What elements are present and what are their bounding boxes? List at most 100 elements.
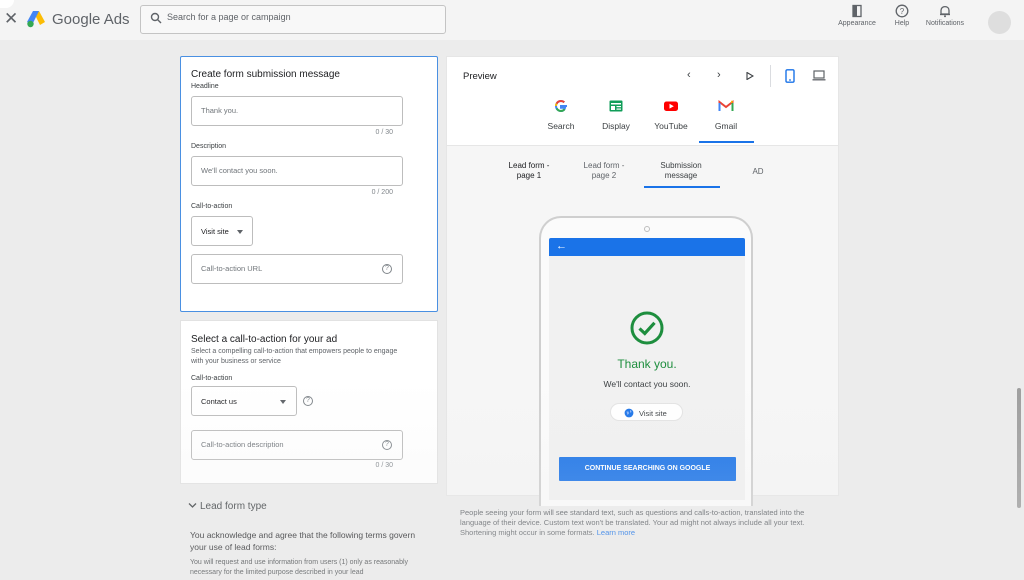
network-tab-display[interactable]: Display [591, 97, 641, 131]
google-ads-logo [27, 11, 45, 28]
subtab-indicator [644, 186, 720, 188]
chevron-down-icon [280, 400, 286, 404]
preview-header: Preview ‹ › Search Display YouTube Gmail [447, 57, 838, 145]
learn-more-link[interactable]: Learn more [597, 528, 635, 537]
close-icon[interactable]: ✕ [4, 9, 18, 29]
subtab-ad[interactable]: AD [723, 167, 793, 177]
help-icon[interactable]: ? [382, 264, 392, 274]
search-box[interactable] [140, 5, 446, 34]
subtab-label-line2: page 1 [516, 171, 542, 180]
corner-decoration [0, 0, 14, 8]
ad-cta-label: Call-to-action [191, 375, 233, 382]
notifications-label: Notifications [925, 20, 965, 27]
network-label-display: Display [602, 121, 630, 131]
brand-name: Google Ads [52, 11, 130, 28]
appearance-icon [852, 4, 862, 18]
check-circle-icon [630, 311, 664, 345]
visit-site-chip[interactable]: Visit site [610, 403, 683, 421]
notifications-button[interactable]: Notifications [920, 4, 970, 27]
subtab-label-line2: message [664, 171, 698, 180]
network-label-youtube: YouTube [654, 121, 688, 131]
globe-icon [624, 408, 634, 418]
lead-form-type-toggle[interactable]: Lead form type [188, 501, 267, 512]
ad-cta-description: Select a compelling call-to-action that … [191, 348, 398, 365]
phone-mockup: ← Thank you. We'll contact you soon. Vis… [539, 216, 753, 506]
google-g-icon [554, 99, 567, 113]
phone-app-bar: ← [549, 238, 745, 256]
cta-dropdown-value: Visit site [201, 227, 229, 236]
form-submission-title: Create form submission message [191, 69, 340, 80]
back-arrow-icon[interactable]: ← [556, 240, 567, 252]
chevron-right-icon[interactable]: › [717, 69, 721, 81]
network-tab-gmail[interactable]: Gmail [701, 97, 751, 131]
ad-cta-dropdown-value: Contact us [201, 397, 237, 406]
headline-label: Headline [191, 83, 219, 90]
chevron-left-icon[interactable]: ‹ [687, 69, 691, 81]
header-divider [770, 65, 771, 87]
top-bar: ✕ Google Ads Appearance ? Help Notif [0, 0, 1024, 40]
gmail-icon [718, 99, 734, 111]
description-label: Description [191, 143, 227, 150]
ad-cta-card: Select a call-to-action for your ad Sele… [180, 320, 438, 484]
ad-cta-dropdown[interactable]: Contact us [191, 386, 297, 416]
help-label: Help [894, 20, 910, 27]
phone-camera [644, 226, 650, 232]
appearance-label: Appearance [838, 20, 876, 27]
network-tab-youtube[interactable]: YouTube [646, 97, 696, 131]
preview-title: Preview [463, 71, 497, 82]
page-scrollbar[interactable] [1017, 388, 1021, 508]
cta-dropdown[interactable]: Visit site [191, 216, 253, 246]
form-submission-card: Create form submission message Headline … [180, 56, 438, 312]
mobile-device-icon[interactable] [785, 69, 795, 83]
ad-cta-description-input[interactable] [201, 440, 381, 449]
help-button[interactable]: ? Help [890, 4, 914, 27]
avatar[interactable] [988, 11, 1011, 34]
appearance-button[interactable]: Appearance [836, 4, 878, 27]
help-icon: ? [895, 4, 909, 18]
ad-cta-description-field[interactable]: ? [191, 430, 403, 460]
bell-icon [940, 5, 950, 18]
cta-label: Call-to-action [191, 203, 233, 210]
subtab-label-line1: Submission [660, 161, 702, 170]
headline-input[interactable] [201, 106, 381, 115]
ad-cta-counter: 0 / 30 [375, 462, 393, 469]
subtab-lead-form-page-2[interactable]: Lead form - page 2 [569, 161, 639, 181]
search-icon [150, 12, 162, 24]
subtab-label-line1: Lead form - [583, 161, 625, 170]
network-tab-search[interactable]: Search [536, 97, 586, 131]
thank-you-heading: Thank you. [617, 357, 677, 371]
description-input[interactable] [201, 166, 381, 175]
cta-url-field[interactable]: ? [191, 254, 403, 284]
ad-cta-title: Select a call-to-action for your ad [191, 334, 338, 345]
continue-searching-button[interactable]: CONTINUE SEARCHING ON GOOGLE [559, 457, 736, 481]
network-label-search: Search [547, 121, 575, 131]
network-tab-indicator [699, 141, 754, 143]
chevron-down-icon [188, 503, 197, 508]
subtab-label-line1: AD [752, 167, 764, 176]
network-label-gmail: Gmail [714, 121, 738, 131]
svg-text:?: ? [900, 7, 905, 16]
search-input[interactable] [167, 12, 437, 22]
help-icon[interactable]: ? [382, 440, 392, 450]
subtab-lead-form-page-1[interactable]: Lead form - page 1 [494, 161, 564, 181]
desktop-device-icon[interactable] [812, 70, 826, 81]
contact-message: We'll contact you soon. [603, 379, 691, 389]
headline-counter: 0 / 30 [375, 129, 393, 136]
lead-form-terms-text: You will request and use information fro… [190, 559, 409, 576]
preview-header-divider [447, 145, 838, 146]
subtab-submission-message[interactable]: Submission message [646, 161, 716, 181]
display-icon [609, 100, 623, 112]
lead-form-type-title: Lead form type [200, 501, 267, 512]
preview-panel: Preview ‹ › Search Display YouTube Gmail… [446, 56, 839, 506]
chevron-down-icon [237, 230, 243, 234]
phone-screen: ← Thank you. We'll contact you soon. Vis… [549, 238, 745, 500]
headline-field[interactable] [191, 96, 403, 126]
subtab-label-line2: page 2 [591, 171, 617, 180]
play-icon[interactable] [746, 72, 754, 80]
visit-site-label: Visit site [639, 409, 667, 418]
lead-form-terms-heading: You acknowledge and agree that the follo… [190, 530, 416, 552]
description-field[interactable] [191, 156, 403, 186]
help-icon[interactable]: ? [303, 396, 313, 406]
cta-url-input[interactable] [201, 264, 381, 273]
description-counter: 0 / 200 [371, 189, 393, 196]
